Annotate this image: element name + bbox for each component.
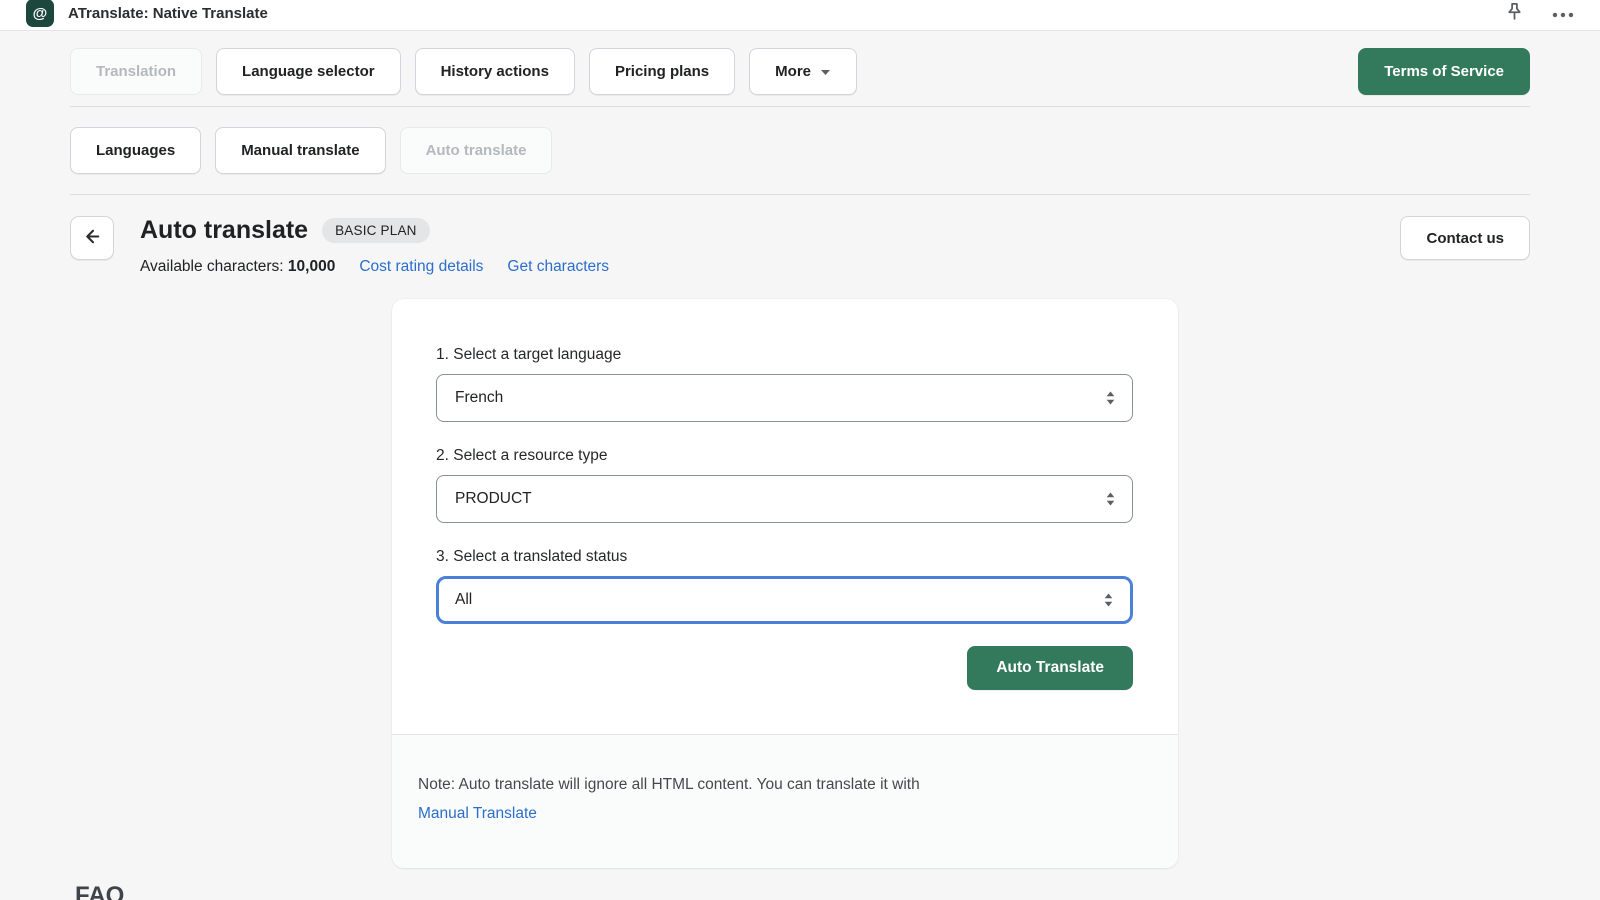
- nav-translation-button: Translation: [70, 48, 202, 95]
- nav-auto-translate-button: Auto translate: [400, 127, 553, 174]
- caret-down-icon: [820, 63, 831, 80]
- target-language-label: 1. Select a target language: [436, 346, 1133, 364]
- select-stepper-icon: [1105, 492, 1116, 507]
- card-note: Note: Auto translate will ignore all HTM…: [392, 734, 1178, 868]
- nav-history-actions-button[interactable]: History actions: [415, 48, 575, 95]
- page-title: Auto translate: [140, 216, 308, 245]
- target-language-value: French: [455, 389, 503, 407]
- cost-rating-details-link[interactable]: Cost rating details: [359, 258, 483, 276]
- nav-pricing-plans-button[interactable]: Pricing plans: [589, 48, 735, 95]
- pushpin-icon: [1505, 2, 1524, 24]
- secondary-nav: Languages Manual translate Auto translat…: [70, 127, 1530, 174]
- nav-language-selector-button[interactable]: Language selector: [216, 48, 401, 95]
- nav-manual-translate-button[interactable]: Manual translate: [215, 127, 385, 174]
- back-button[interactable]: [70, 216, 114, 260]
- translated-status-label: 3. Select a translated status: [436, 548, 1133, 566]
- available-characters-text: Available characters: 10,000: [140, 258, 335, 276]
- resource-type-select[interactable]: PRODUCT: [436, 475, 1133, 523]
- nav-more-label: More: [775, 63, 811, 80]
- target-language-select[interactable]: French: [436, 374, 1133, 422]
- resource-type-field: 2. Select a resource type PRODUCT: [436, 447, 1133, 523]
- nav-languages-button[interactable]: Languages: [70, 127, 201, 174]
- more-menu-button[interactable]: [1552, 6, 1574, 21]
- resource-type-value: PRODUCT: [455, 490, 532, 508]
- app-logo-icon: @: [26, 0, 54, 27]
- app-title: ATranslate: Native Translate: [68, 5, 268, 22]
- arrow-left-icon: [82, 226, 103, 250]
- translated-status-value: All: [455, 591, 472, 609]
- contact-us-button[interactable]: Contact us: [1400, 216, 1530, 260]
- primary-nav: Translation Language selector History ac…: [70, 48, 1530, 95]
- top-bar: @ ATranslate: Native Translate: [0, 0, 1600, 31]
- select-stepper-icon: [1103, 593, 1114, 608]
- horizontal-ellipsis-icon: [1552, 6, 1574, 21]
- select-stepper-icon: [1105, 391, 1116, 406]
- get-characters-link[interactable]: Get characters: [507, 258, 609, 276]
- pin-button[interactable]: [1505, 2, 1524, 24]
- manual-translate-link[interactable]: Manual Translate: [418, 805, 537, 822]
- target-language-field: 1. Select a target language French: [436, 346, 1133, 422]
- translated-status-field: 3. Select a translated status All: [436, 548, 1133, 624]
- available-characters-value: 10,000: [288, 258, 335, 275]
- translated-status-select[interactable]: All: [436, 576, 1133, 624]
- terms-of-service-button[interactable]: Terms of Service: [1358, 48, 1530, 95]
- resource-type-label: 2. Select a resource type: [436, 447, 1133, 465]
- auto-translate-card: 1. Select a target language French 2. Se…: [392, 299, 1178, 868]
- auto-translate-submit-button[interactable]: Auto Translate: [967, 646, 1133, 690]
- available-characters-label: Available characters:: [140, 258, 284, 275]
- page-header: Auto translate BASIC PLAN Available char…: [70, 216, 1530, 276]
- plan-badge: BASIC PLAN: [322, 218, 430, 243]
- faq-heading: FAQ: [75, 882, 1530, 900]
- divider: [70, 106, 1530, 107]
- note-text: Note: Auto translate will ignore all HTM…: [418, 771, 1152, 800]
- divider: [70, 194, 1530, 195]
- nav-more-button[interactable]: More: [749, 48, 857, 95]
